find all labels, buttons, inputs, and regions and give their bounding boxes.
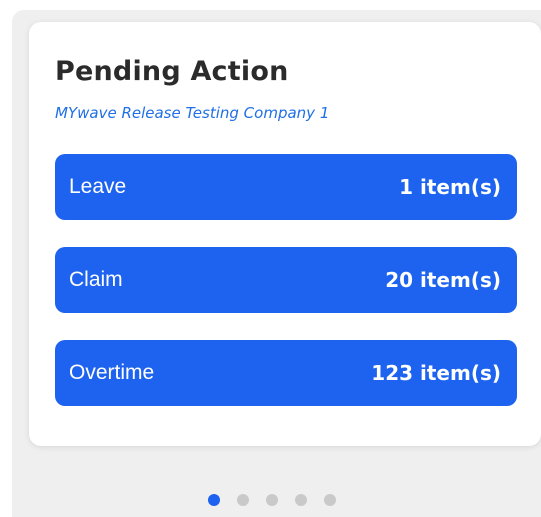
pending-action-card: Pending Action MYwave Release Testing Co… [29,22,541,446]
pager-dot[interactable] [295,494,307,506]
pager-dot[interactable] [266,494,278,506]
company-name: MYwave Release Testing Company 1 [55,104,330,122]
pending-item-count: 20 item(s) [385,268,501,292]
carousel-pager [208,494,336,506]
pager-dot[interactable] [237,494,249,506]
pending-item-overtime[interactable]: Overtime 123 item(s) [55,340,517,406]
pending-item-count: 123 item(s) [371,361,501,385]
pending-item-claim[interactable]: Claim 20 item(s) [55,247,517,313]
pending-item-label: Overtime [69,361,155,384]
pending-item-count: 1 item(s) [399,175,501,199]
pager-dot[interactable] [324,494,336,506]
pending-item-leave[interactable]: Leave 1 item(s) [55,154,517,220]
pending-item-label: Claim [69,268,123,291]
pending-item-label: Leave [69,175,127,198]
pending-items-list: Leave 1 item(s) Claim 20 item(s) Overtim… [55,154,517,433]
pager-dot[interactable] [208,494,220,506]
card-title: Pending Action [55,56,289,87]
